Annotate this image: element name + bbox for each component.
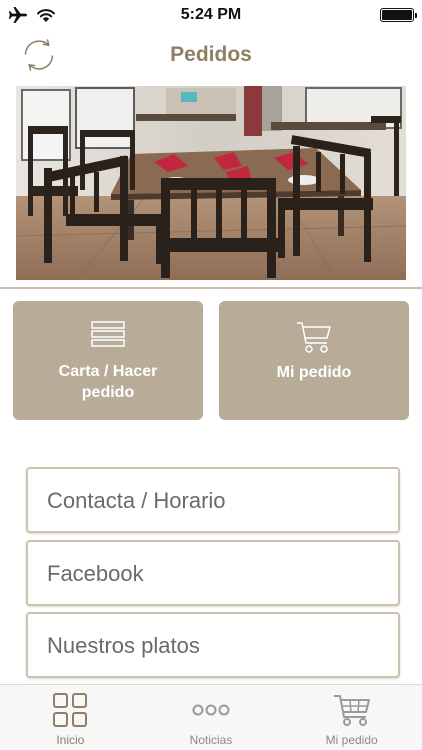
tab-noticias[interactable]: Noticias [141, 685, 282, 750]
restaurant-photo [16, 86, 406, 280]
tab-label: Noticias [189, 733, 233, 747]
contacta-horario-button[interactable]: Contacta / Horario [26, 467, 400, 533]
tab-label: Mi pedido [325, 733, 378, 747]
status-bar: 5:24 PM [0, 0, 422, 30]
cart-icon [297, 322, 331, 353]
divider [0, 287, 422, 289]
tile-label: Carta / Hacer pedido [58, 363, 158, 401]
cart-icon [333, 695, 370, 726]
menu-lines-icon [91, 321, 125, 347]
tab-mi-pedido[interactable]: Mi pedido [281, 685, 422, 750]
status-time: 5:24 PM [180, 6, 242, 23]
list-item-label: Nuestros platos [47, 633, 200, 658]
tab-bar: Inicio Noticias Mi pedido [0, 684, 422, 750]
list-item-label: Facebook [47, 561, 144, 586]
nav-bar: Pedidos [0, 30, 422, 80]
carta-hacer-pedido-button[interactable]: Carta / Hacer pedido [13, 301, 203, 420]
battery-icon [380, 8, 417, 22]
dots-icon [192, 704, 230, 716]
tab-inicio[interactable]: Inicio [0, 685, 141, 750]
facebook-button[interactable]: Facebook [26, 540, 400, 606]
tile-label: Mi pedido [276, 364, 352, 381]
tab-label: Inicio [56, 733, 85, 747]
nuestros-platos-button[interactable]: Nuestros platos [26, 612, 400, 678]
list-item-label: Contacta / Horario [47, 488, 226, 513]
grid-icon [53, 693, 88, 727]
page-title: Pedidos [170, 43, 252, 66]
mi-pedido-button[interactable]: Mi pedido [219, 301, 409, 420]
